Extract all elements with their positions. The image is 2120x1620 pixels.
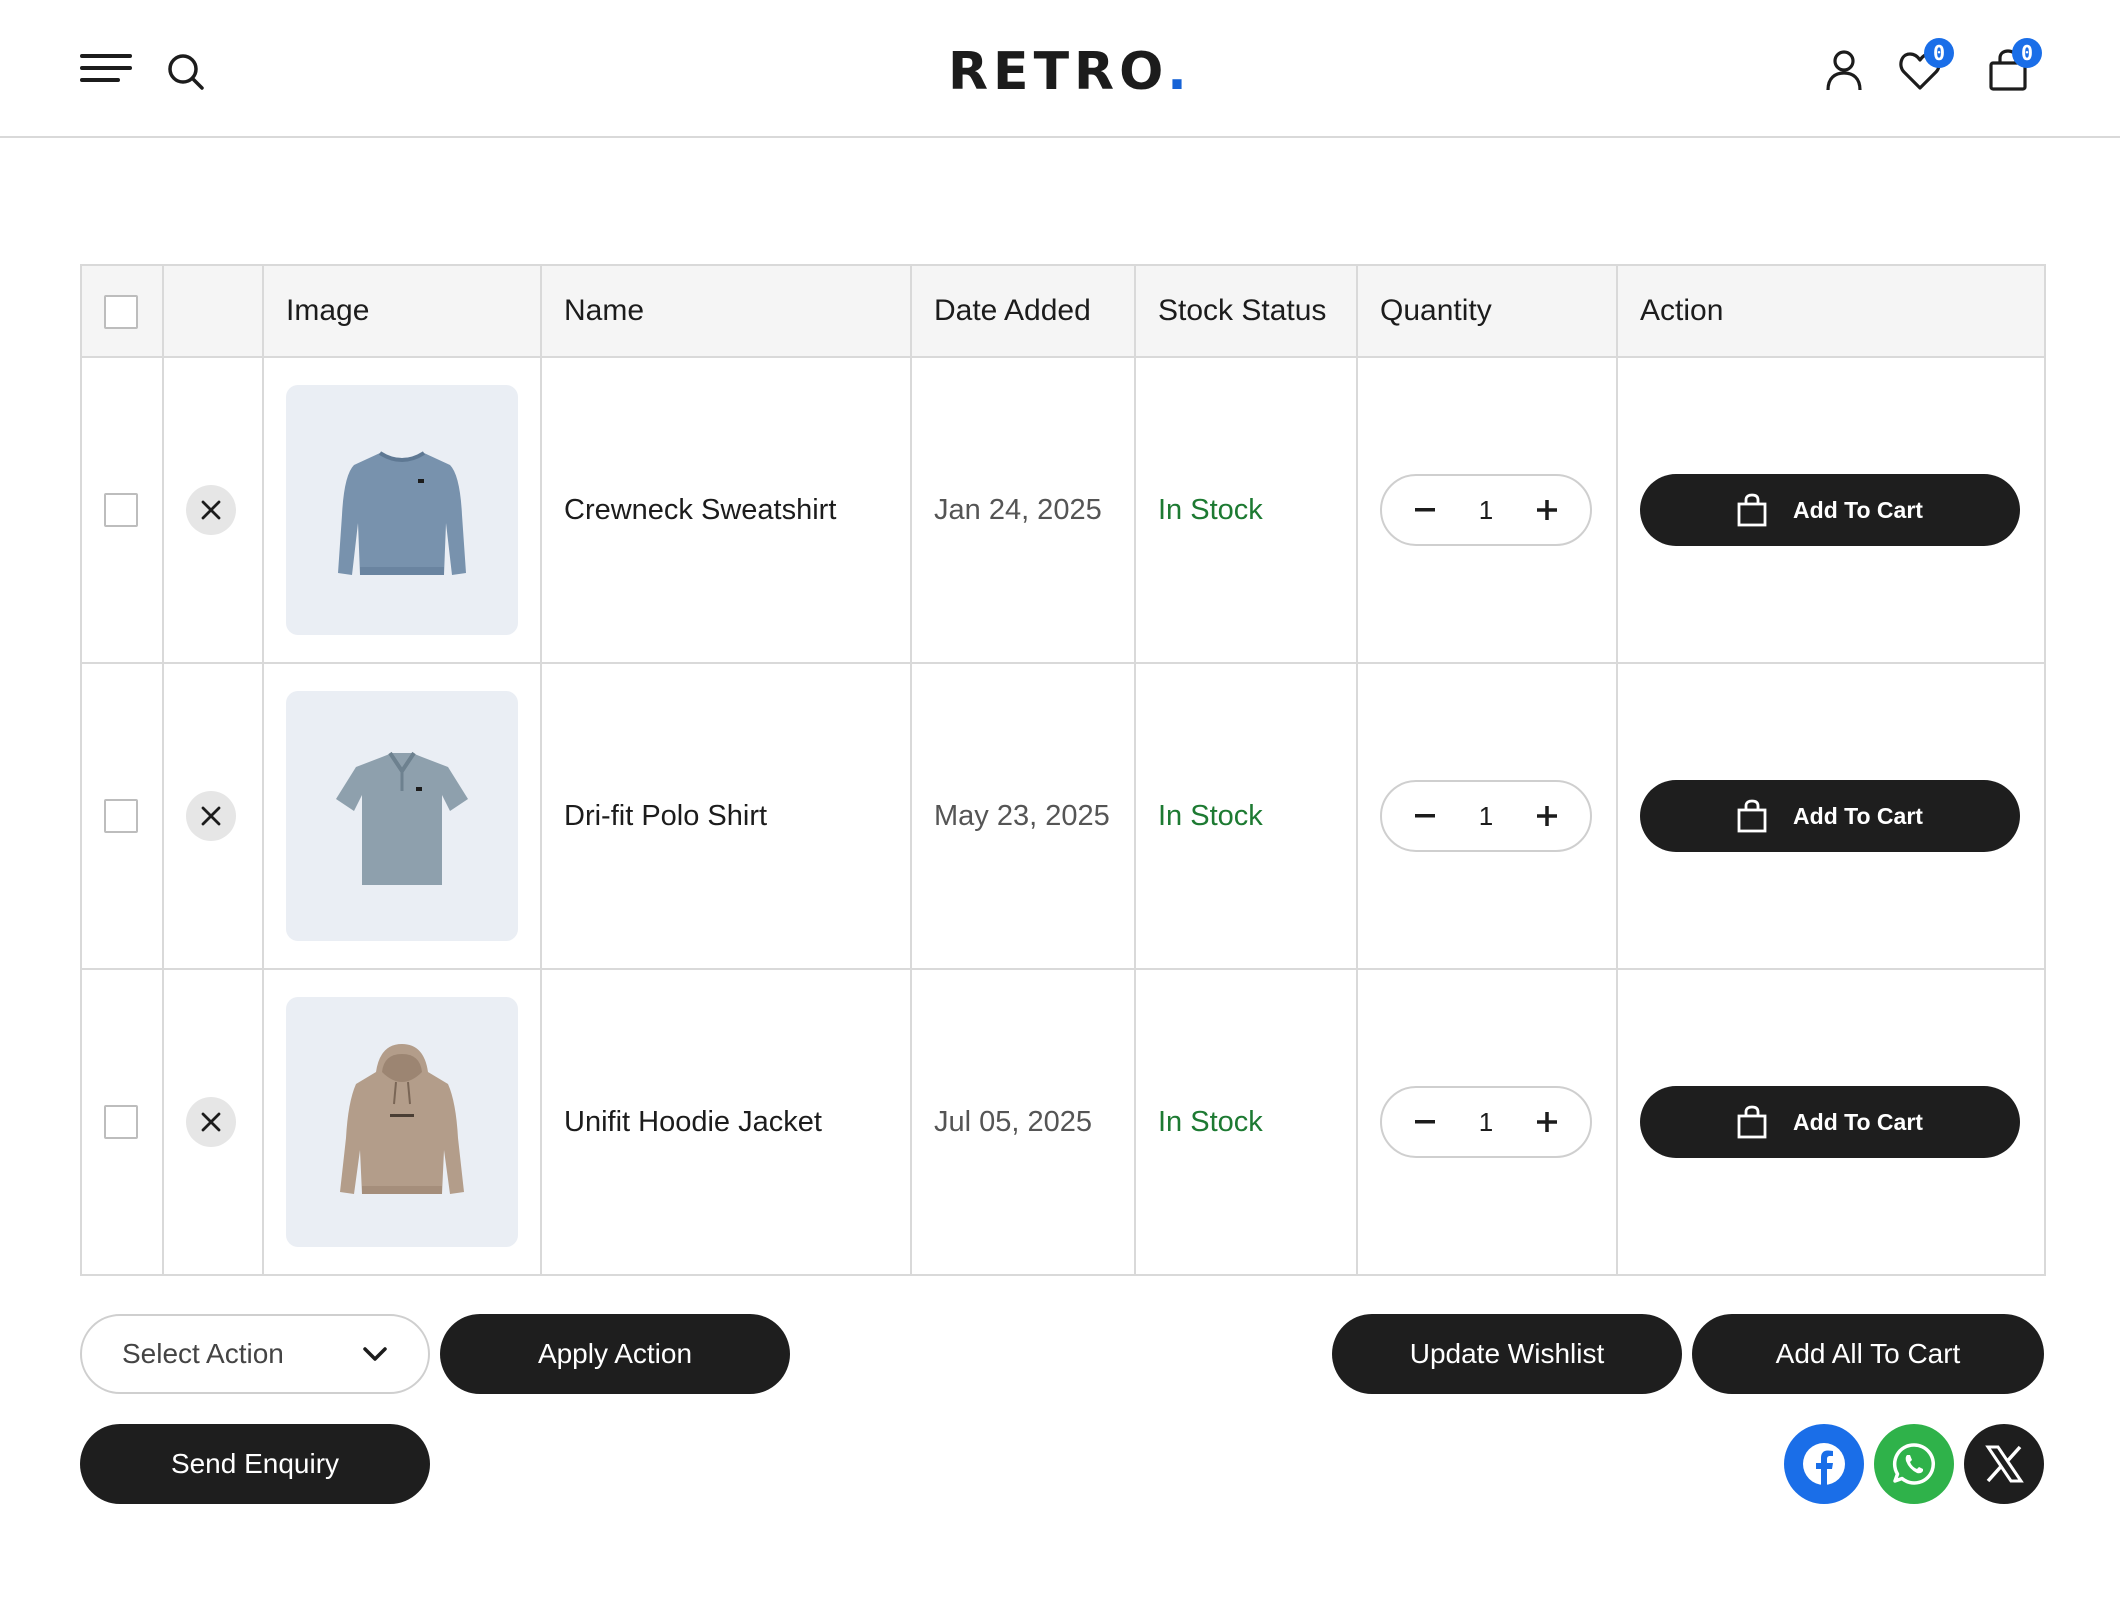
remove-column-header: [162, 264, 264, 358]
stock-column-header: Stock Status: [1134, 264, 1358, 358]
product-name[interactable]: Unifit Hoodie Jacket: [540, 968, 912, 1276]
site-header: RETRO. 0 0: [0, 0, 2120, 138]
add-to-cart-label: Add To Cart: [1793, 802, 1923, 829]
update-wishlist-button[interactable]: Update Wishlist: [1332, 1314, 1682, 1394]
row-checkbox[interactable]: [104, 1105, 138, 1140]
plus-icon[interactable]: [1530, 493, 1564, 527]
name-column-header: Name: [540, 264, 912, 358]
date-added: Jul 05, 2025: [910, 968, 1136, 1276]
select-all-header: [80, 264, 164, 358]
add-to-cart-button[interactable]: Add To Cart: [1640, 780, 2020, 852]
remove-item-button[interactable]: [186, 1097, 236, 1147]
facebook-share-button[interactable]: [1784, 1424, 1864, 1504]
x-share-button[interactable]: [1964, 1424, 2044, 1504]
whatsapp-share-button[interactable]: [1874, 1424, 1954, 1504]
product-image[interactable]: [286, 997, 518, 1247]
product-name[interactable]: Dri-fit Polo Shirt: [540, 662, 912, 970]
product-image[interactable]: [286, 691, 518, 941]
quantity-value[interactable]: 1: [1479, 1107, 1493, 1138]
table-row: Crewneck Sweatshirt Jan 24, 2025 In Stoc…: [80, 356, 2046, 664]
stock-status: In Stock: [1134, 662, 1358, 970]
wishlist-count-badge: 0: [1924, 38, 1954, 68]
shopping-bag-icon: [1737, 493, 1767, 527]
stock-status: In Stock: [1134, 356, 1358, 664]
minus-icon[interactable]: [1408, 493, 1442, 527]
select-all-checkbox[interactable]: [104, 294, 138, 329]
apply-action-button[interactable]: Apply Action: [440, 1314, 790, 1394]
date-added: Jan 24, 2025: [910, 356, 1136, 664]
shopping-bag-icon: [1737, 799, 1767, 833]
minus-icon[interactable]: [1408, 799, 1442, 833]
select-action-label: Select Action: [122, 1338, 284, 1369]
shopping-bag-icon[interactable]: 0: [1986, 38, 2042, 92]
minus-icon[interactable]: [1408, 1105, 1442, 1139]
image-column-header: Image: [262, 264, 542, 358]
whatsapp-icon: [1892, 1443, 1935, 1485]
logo[interactable]: RETRO.: [948, 40, 1192, 104]
product-image[interactable]: [286, 385, 518, 635]
quantity-value[interactable]: 1: [1479, 495, 1493, 526]
hamburger-menu-icon[interactable]: [80, 52, 132, 84]
add-all-to-cart-button[interactable]: Add All To Cart: [1692, 1314, 2044, 1394]
add-to-cart-button[interactable]: Add To Cart: [1640, 1086, 2020, 1158]
row-checkbox[interactable]: [104, 799, 138, 834]
row-checkbox[interactable]: [104, 493, 138, 528]
action-column-header: Action: [1616, 264, 2046, 358]
add-to-cart-label: Add To Cart: [1793, 496, 1923, 523]
send-enquiry-button[interactable]: Send Enquiry: [80, 1424, 430, 1504]
x-icon: [1985, 1445, 2024, 1483]
table-row: Unifit Hoodie Jacket Jul 05, 2025 In Sto…: [80, 968, 2046, 1276]
product-name[interactable]: Crewneck Sweatshirt: [540, 356, 912, 664]
plus-icon[interactable]: [1530, 1105, 1564, 1139]
table-header-row: Image Name Date Added Stock Status Quant…: [80, 264, 2046, 358]
quantity-column-header: Quantity: [1356, 264, 1618, 358]
remove-item-button[interactable]: [186, 485, 236, 535]
table-row: Dri-fit Polo Shirt May 23, 2025 In Stock…: [80, 662, 2046, 970]
quantity-stepper: 1: [1380, 780, 1592, 852]
wishlist-heart-icon[interactable]: 0: [1898, 38, 1954, 92]
wishlist-table: Image Name Date Added Stock Status Quant…: [80, 264, 2046, 1276]
quantity-stepper: 1: [1380, 474, 1592, 546]
remove-item-button[interactable]: [186, 791, 236, 841]
chevron-down-icon: [363, 1347, 387, 1361]
plus-icon[interactable]: [1530, 799, 1564, 833]
date-column-header: Date Added: [910, 264, 1136, 358]
shopping-bag-icon: [1737, 1105, 1767, 1139]
stock-status: In Stock: [1134, 968, 1358, 1276]
cart-count-badge: 0: [2012, 38, 2042, 68]
select-action-dropdown[interactable]: Select Action: [80, 1314, 430, 1394]
add-to-cart-label: Add To Cart: [1793, 1108, 1923, 1135]
facebook-icon: [1803, 1443, 1845, 1487]
quantity-stepper: 1: [1380, 1086, 1592, 1158]
date-added: May 23, 2025: [910, 662, 1136, 970]
search-icon[interactable]: [166, 52, 206, 92]
quantity-value[interactable]: 1: [1479, 801, 1493, 832]
add-to-cart-button[interactable]: Add To Cart: [1640, 474, 2020, 546]
user-account-icon[interactable]: [1822, 48, 1866, 92]
